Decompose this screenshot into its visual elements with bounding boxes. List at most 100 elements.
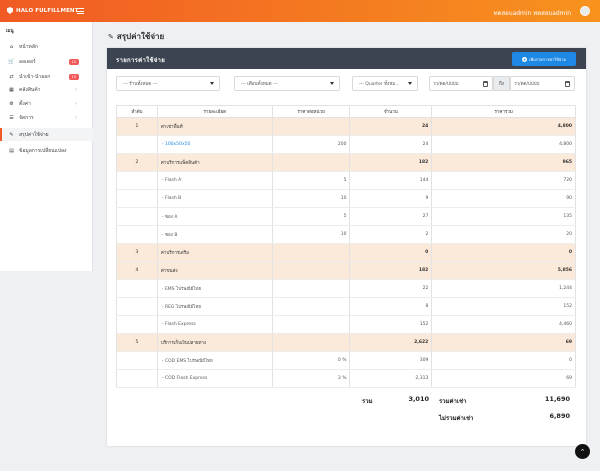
brand[interactable]: HALO FULFILLMENT: [7, 7, 78, 14]
date-to-placeholder: วว/ดด/ปปปป: [514, 82, 540, 87]
avatar[interactable]: [580, 6, 590, 16]
row-detail: - Flash A: [156, 171, 273, 190]
sidebar-item[interactable]: ⌂ หน้าหลัก: [0, 40, 93, 53]
pencil-icon: ✎: [9, 131, 14, 138]
table-row: - EMS ไปรษณีย์ไทย 22 1,244: [116, 279, 576, 298]
column-header: ราคารวม: [431, 105, 576, 118]
row-unit-price: [271, 333, 351, 352]
date-to-input[interactable]: วว/ดด/ปปปป: [510, 76, 575, 91]
row-detail: บริการเก็บเงินปลายทาง: [156, 333, 273, 352]
add-expense-label: เพิ่มรายการค่าใช้จ่าย: [529, 56, 566, 62]
row-total: 69: [431, 369, 576, 388]
table-header-row: ลำดับ รายละเอียด ราคาต่อหน่วย จำนวน ราคา…: [116, 105, 576, 118]
quarter-filter-select[interactable]: --- Quarter ทั้งหม...: [352, 76, 418, 91]
cart-icon: 🛒: [8, 58, 15, 65]
sidebar-item[interactable]: ⇄ นำเข้า-นำออก 15: [0, 70, 93, 83]
chevron-down-icon: [408, 82, 412, 85]
home-icon: ⌂: [9, 43, 14, 50]
sidebar-item[interactable]: 🛒 ออเดอร์ 15: [0, 55, 93, 68]
add-expense-button[interactable]: + เพิ่มรายการค่าใช้จ่าย: [512, 52, 576, 66]
no-rent-total-label: ไม่รวมค่าเช่า: [439, 415, 474, 422]
row-detail: - ซอง B: [156, 225, 273, 244]
row-number: [116, 351, 158, 370]
row-detail: - COD EMS ไปรษณีย์ไทย: [156, 351, 273, 370]
column-header: รายละเอียด: [156, 105, 273, 118]
row-quantity: 24: [349, 135, 433, 154]
row-total: 69: [431, 333, 576, 352]
chevron-up-icon: ⌃: [579, 447, 586, 456]
row-quantity: 144: [349, 171, 433, 190]
table-row: - Flash Express 152 4,460: [116, 315, 576, 334]
row-total: 90: [431, 189, 576, 208]
row-number: 3: [116, 243, 158, 262]
row-total: 20: [431, 225, 576, 244]
sidebar-item[interactable]: ☰ จัดการ ‹: [0, 111, 93, 124]
row-quantity: 27: [349, 207, 433, 226]
row-total: 4,800: [431, 117, 576, 136]
sidebar-item-label: หน้าหลัก: [19, 43, 38, 50]
row-unit-price: 200: [271, 135, 351, 154]
table-row: 1 ค่าเช่าพื้นที่ 24 4,800: [116, 117, 576, 136]
row-unit-price: 3 %: [271, 369, 351, 388]
row-total: 152: [431, 297, 576, 316]
calendar-icon[interactable]: [483, 81, 488, 87]
table-row: - ซอง A 5 27 135: [116, 207, 576, 226]
table-row: - Flash B 10 9 90: [116, 189, 576, 208]
row-quantity: 0: [349, 243, 433, 262]
card-title: รายการค่าใช้จ่าย: [116, 57, 166, 64]
column-header: ลำดับ: [116, 105, 158, 118]
row-quantity: 2: [349, 225, 433, 244]
row-unit-price: [271, 297, 351, 316]
scroll-to-top-button[interactable]: ⌃: [575, 444, 590, 459]
hamburger-menu-icon[interactable]: [77, 8, 84, 14]
row-quantity: 182: [349, 261, 433, 280]
row-detail: - Flash Express: [156, 315, 273, 334]
table-row: - 100x50x50 200 24 4,800: [116, 135, 576, 154]
row-detail: ค่าบริการแพ็คสินค้า: [156, 153, 273, 172]
store-filter-select[interactable]: --- ร้านทั้งหมด ---: [116, 76, 220, 91]
user-name[interactable]: ทดสอบadmin ทดสอบadmin: [494, 8, 571, 18]
column-header: ราคาต่อหน่วย: [271, 105, 351, 118]
row-detail: - REG ไปรษณีย์ไทย: [156, 297, 273, 316]
row-total: 5,856: [431, 261, 576, 280]
date-from-input[interactable]: วว/ดด/ปปปป: [429, 76, 493, 91]
row-number: 2: [116, 153, 158, 172]
rent-total-value: 11,690: [544, 395, 570, 403]
row-total: 720: [431, 171, 576, 190]
row-total: 0: [431, 243, 576, 262]
row-total: 1,244: [431, 279, 576, 298]
row-number: [116, 315, 158, 334]
sidebar-item[interactable]: ⚙ ตั้งค่า ‹: [0, 97, 93, 110]
month-filter-select[interactable]: --- เดือนทั้งหมด ---: [234, 76, 340, 91]
page-title-text: สรุปค่าใช้จ่าย: [116, 32, 165, 41]
sidebar-item-label: สรุปค่าใช้จ่าย: [19, 131, 49, 138]
date-from-placeholder: วว/ดด/ปปปป: [433, 82, 459, 87]
sidebar-item-label: จัดการ: [19, 114, 34, 121]
row-number: [116, 207, 158, 226]
row-detail[interactable]: - 100x50x50: [156, 135, 273, 154]
sidebar: เมนู ⌂ หน้าหลัก 🛒 ออเดอร์ 15 ⇄ นำเข้า-นำออก 15 ▦…: [0, 22, 93, 271]
row-quantity: 182: [349, 153, 433, 172]
row-detail: - ซอง A: [156, 207, 273, 226]
row-number: [116, 297, 158, 316]
sidebar-item[interactable]: ✎ สรุปค่าใช้จ่าย: [0, 128, 93, 141]
gear-icon: ⚙: [9, 100, 14, 107]
sum-label: รวม: [362, 398, 373, 405]
calendar-icon[interactable]: [565, 81, 570, 87]
sum-qty: 3,010: [408, 395, 429, 403]
chevron-down-icon: [330, 82, 334, 85]
row-quantity: 2,313: [349, 369, 433, 388]
rent-total-label: รวมค่าเช่า: [439, 398, 467, 405]
row-detail: ค่าเช่าพื้นที่: [156, 117, 273, 136]
row-total: 4,800: [431, 135, 576, 154]
sidebar-item[interactable]: ▦ คลังสินค้า ‹: [0, 83, 93, 96]
row-unit-price: 0 %: [271, 351, 351, 370]
chevron-down-icon: [210, 82, 214, 85]
table-row: 5 บริการเก็บเงินปลายทาง 2,622 69: [116, 333, 576, 352]
expense-table: ลำดับ รายละเอียด ราคาต่อหน่วย จำนวน ราคา…: [116, 105, 576, 388]
row-quantity: 9: [349, 189, 433, 208]
column-header: จำนวน: [349, 105, 433, 118]
sidebar-item[interactable]: ▤ ข้อมูลการเปลี่ยนแปลง: [0, 144, 93, 157]
row-unit-price: [271, 153, 351, 172]
row-unit-price: [271, 117, 351, 136]
